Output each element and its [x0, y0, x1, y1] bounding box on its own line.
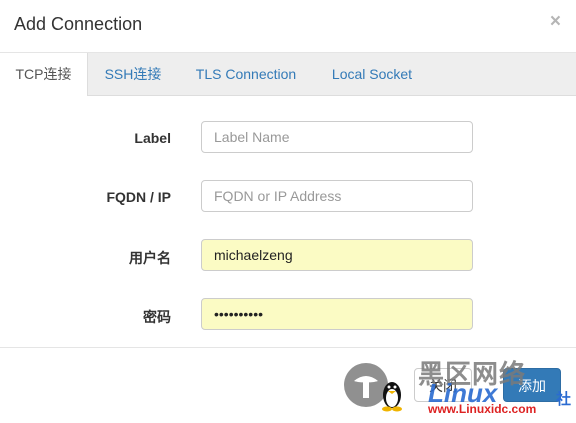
- fqdn-row: FQDN / IP: [0, 180, 576, 214]
- username-input[interactable]: [201, 239, 473, 271]
- linux-penguin-logo: [344, 363, 402, 412]
- dialog-title: Add Connection: [14, 14, 143, 34]
- label-row: Label: [0, 121, 576, 155]
- tab-ssh[interactable]: SSH连接: [88, 53, 178, 95]
- tab-tcp[interactable]: TCP连接: [0, 53, 88, 96]
- connection-tabs: TCP连接 SSH连接 TLS Connection Local Socket: [0, 53, 576, 96]
- watermark-site: www.Linuxidc.com: [428, 402, 537, 416]
- tab-tls[interactable]: TLS Connection: [180, 53, 312, 95]
- close-icon[interactable]: ×: [550, 12, 561, 31]
- password-row: 密码: [0, 298, 576, 332]
- watermark-suffix: 社: [556, 391, 572, 408]
- password-input[interactable]: [201, 298, 473, 330]
- tab-local-socket[interactable]: Local Socket: [314, 53, 430, 95]
- label-field-label: Label: [134, 130, 171, 146]
- label-input[interactable]: [201, 121, 473, 153]
- username-field-label: 用户名: [129, 250, 171, 266]
- username-row: 用户名: [0, 239, 576, 273]
- modal-header: Add Connection ×: [0, 0, 576, 53]
- fqdn-input[interactable]: [201, 180, 473, 212]
- password-field-label: 密码: [143, 309, 171, 325]
- fqdn-field-label: FQDN / IP: [106, 189, 171, 205]
